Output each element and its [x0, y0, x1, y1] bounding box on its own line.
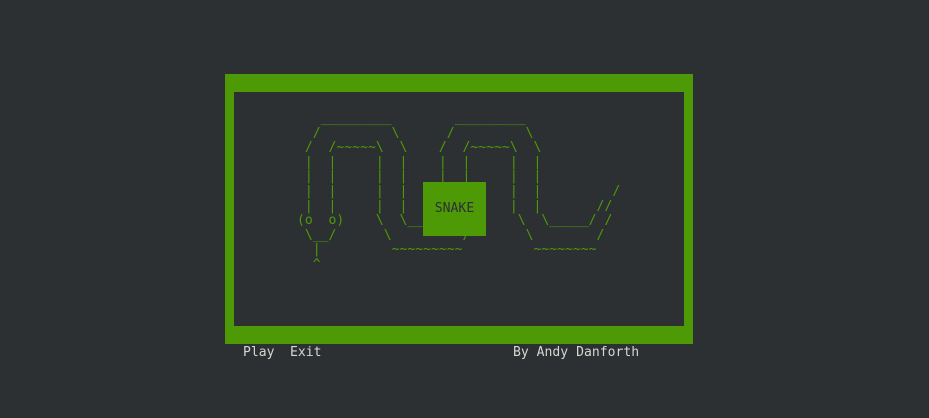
game-title: SNAKE [423, 182, 486, 236]
author-credit: By Andy Danforth [513, 345, 640, 360]
exit-menu-item[interactable]: Exit [290, 345, 322, 361]
play-menu-item[interactable]: Play [243, 345, 275, 361]
